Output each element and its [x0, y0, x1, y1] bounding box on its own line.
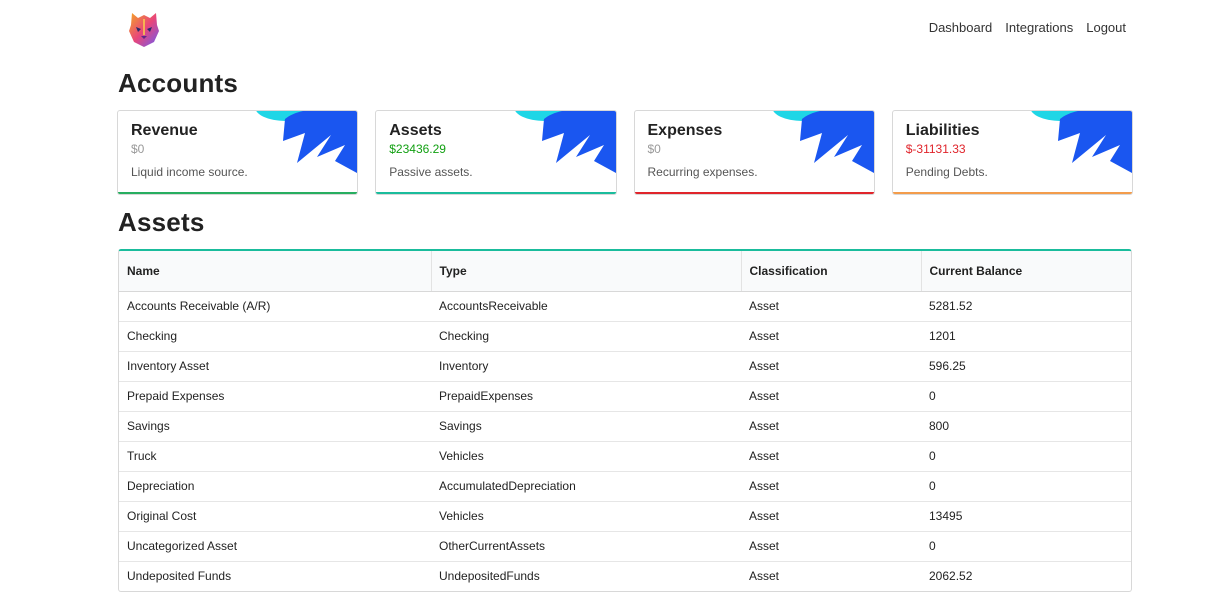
decorative-leaf-icon	[514, 111, 616, 173]
page: Dashboard Integrations Logout Accounts R…	[0, 0, 1224, 616]
table-cell: Asset	[741, 470, 921, 501]
card-amount: $0	[647, 142, 661, 156]
table-header-row: Name Type Classification Current Balance	[119, 251, 1131, 292]
table-cell: Asset	[741, 440, 921, 471]
card-revenue[interactable]: Revenue $0 Liquid income source.	[117, 110, 359, 195]
table-row[interactable]: Savings Savings Asset 800	[119, 410, 1131, 441]
table-cell: UndepositedFunds	[431, 560, 741, 591]
table-cell: Asset	[741, 410, 921, 441]
nav-logout-link[interactable]: Logout	[1086, 20, 1126, 36]
table-cell: 13495	[921, 500, 1131, 531]
table-cell: 2062.52	[921, 560, 1131, 591]
table-cell: Savings	[431, 410, 741, 441]
card-accent-bar	[118, 192, 358, 194]
card-description: Passive assets.	[389, 165, 473, 179]
card-description: Liquid income source.	[131, 165, 248, 179]
account-cards: Revenue $0 Liquid income source. Assets …	[117, 110, 1133, 196]
table-row[interactable]: Truck Vehicles Asset 0	[119, 440, 1131, 471]
top-nav: Dashboard Integrations Logout	[929, 20, 1126, 36]
decorative-leaf-icon	[773, 111, 874, 173]
table-cell: 1201	[921, 320, 1131, 351]
column-header-name[interactable]: Name	[119, 251, 431, 292]
table-cell: Inventory Asset	[119, 350, 431, 381]
table-cell: Uncategorized Asset	[119, 530, 431, 561]
accounts-heading: Accounts	[118, 68, 239, 98]
card-description: Pending Debts.	[905, 165, 988, 179]
table-row[interactable]: Depreciation AccumulatedDepreciation Asset…	[119, 470, 1131, 501]
table-row[interactable]: Uncategorized Asset OtherCurrentAssets Ass…	[119, 530, 1131, 561]
table-cell: Checking	[431, 320, 741, 351]
table-cell: Savings	[119, 410, 431, 441]
table-cell: Truck	[119, 440, 431, 471]
table-cell: 0	[921, 530, 1131, 561]
card-title: Assets	[389, 122, 442, 139]
table-cell: 800	[921, 410, 1131, 441]
table-cell: 0	[921, 470, 1131, 501]
table-cell: AccumulatedDepreciation	[431, 470, 741, 501]
table-cell: Asset	[749, 299, 780, 313]
table-cell: OtherCurrentAssets	[431, 530, 741, 561]
table-cell: Accounts Receivable (A/R)	[127, 299, 271, 313]
table-cell: Undeposited Funds	[119, 560, 431, 591]
assets-heading: Assets	[118, 207, 205, 237]
nav-integrations-link[interactable]: Integrations	[1005, 20, 1073, 36]
table-row[interactable]: Checking Checking Asset 1201	[119, 320, 1131, 351]
table-cell: Asset	[741, 380, 921, 411]
table-cell: Inventory	[431, 350, 741, 381]
card-amount: $23436.29	[389, 142, 446, 156]
table-row[interactable]: Original Cost Vehicles Asset 13495	[119, 500, 1131, 531]
column-header-current-balance[interactable]: Current Balance	[920, 251, 1131, 292]
assets-table: Name Type Classification Current Balance…	[119, 251, 1131, 591]
table-cell: 5281.52	[929, 299, 973, 313]
table-cell: Checking	[119, 320, 431, 351]
table-cell: 0	[921, 440, 1131, 471]
table-row[interactable]: Prepaid Expenses PrepaidExpenses Asset 0	[119, 380, 1131, 411]
table-cell: Prepaid Expenses	[119, 380, 431, 411]
table-cell: Asset	[741, 500, 921, 531]
table-cell: Asset	[741, 530, 921, 561]
card-title: Liabilities	[905, 122, 980, 139]
table-cell: Asset	[741, 350, 921, 381]
table-cell: Vehicles	[431, 440, 741, 471]
table-cell: Asset	[741, 560, 921, 591]
card-accent-bar	[634, 192, 874, 194]
card-title: Expenses	[647, 122, 723, 139]
card-title: Revenue	[131, 122, 198, 139]
tiger-logo-icon[interactable]	[126, 9, 162, 49]
table-cell: Asset	[741, 320, 921, 351]
assets-table-container: Name Type Classification Current Balance…	[118, 249, 1132, 592]
card-accent-bar	[892, 192, 1132, 194]
card-description: Recurring expenses.	[647, 165, 758, 179]
nav-dashboard-link[interactable]: Dashboard	[929, 20, 993, 36]
assets-table-body: Accounts Receivable (A/R) AccountsReceiva…	[119, 291, 1131, 591]
table-cell: Original Cost	[119, 500, 431, 531]
column-header-classification[interactable]: Classification	[740, 251, 921, 292]
table-cell: 596.25	[921, 350, 1131, 381]
card-amount: $0	[131, 142, 145, 156]
decorative-leaf-icon	[1031, 111, 1132, 173]
table-row[interactable]: Accounts Receivable (A/R) AccountsReceiva…	[119, 291, 1131, 321]
column-header-type[interactable]: Type	[430, 251, 741, 292]
table-cell: Vehicles	[431, 500, 741, 531]
card-assets[interactable]: Assets $23436.29 Passive assets.	[375, 110, 617, 195]
decorative-leaf-icon	[256, 111, 358, 173]
card-amount: $-31131.33	[905, 142, 966, 156]
table-row[interactable]: Inventory Asset Inventory Asset 596.25	[119, 350, 1131, 381]
table-cell: Depreciation	[119, 470, 431, 501]
card-liabilities[interactable]: Liabilities $-31131.33 Pending Debts.	[891, 110, 1133, 195]
table-row[interactable]: Undeposited Funds UndepositedFunds Asset 20…	[119, 560, 1131, 591]
table-cell: AccountsReceivable	[439, 299, 548, 313]
card-expenses[interactable]: Expenses $0 Recurring expenses.	[633, 110, 875, 195]
table-cell: 0	[921, 380, 1131, 411]
table-cell: PrepaidExpenses	[431, 380, 741, 411]
card-accent-bar	[376, 192, 616, 194]
